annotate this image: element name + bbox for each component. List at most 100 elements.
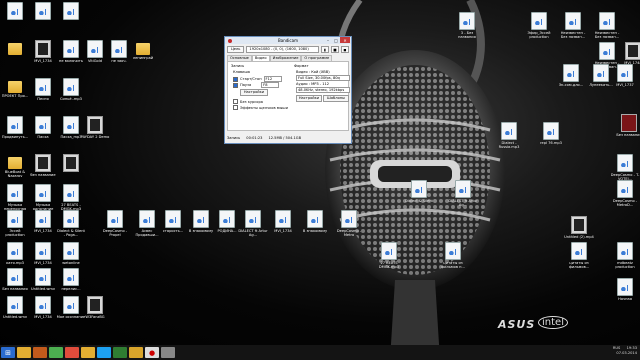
desktop-icon[interactable]: Без названия [614,114,640,137]
format-settings-button[interactable]: Настройки [296,95,322,102]
lang-indicator[interactable]: RUS [613,346,620,350]
desktop-icon[interactable]: Эк.сом.дло... [556,64,586,87]
desktop-icon[interactable]: MVI_1734 [268,210,298,233]
store-icon[interactable] [113,347,127,358]
desktop-icon[interactable] [56,2,86,21]
clock-date[interactable]: 07.03.2014 [616,351,637,355]
desktop-icon[interactable]: Untitled.wmv [28,268,58,291]
desktop-icon[interactable]: Dialect & Silent [404,180,434,203]
system-tray[interactable]: RUS 19:33 07.03.2014 [613,346,637,356]
desktop-icon[interactable]: mdbeatz production [610,242,640,270]
torrent-icon[interactable] [49,347,63,358]
desktop-icon[interactable]: DeepCosmo - MetroD... [610,180,640,208]
desktop-icon[interactable]: Пасха [28,116,58,139]
desktop-icon[interactable]: Эфир_Эссей production [524,12,554,40]
desktop-icon[interactable] [28,2,58,21]
desktop-icon[interactable]: 3 - Без названия [452,12,482,40]
resolution-field[interactable]: 1920x1080 - (0, 0), (1600, 1080) [246,46,319,53]
desktop-icon[interactable]: DIALECT ft Artur Ag... [238,210,268,238]
audio-file-icon [543,122,559,140]
desktop-icon-label: PAYDAY 2 Demo [80,135,110,139]
desktop-icon[interactable] [56,154,86,173]
desktop-icon[interactable]: MVI_1734 [28,210,58,233]
video-file-icon [571,216,587,234]
desktop-icon[interactable] [0,40,30,56]
start-stop-checkbox[interactable] [233,76,238,82]
desktop-icon[interactable]: Неизвестен - Без назван... [592,12,622,40]
desktop-icon[interactable]: Untitled.wmv [0,296,30,319]
maximize-button[interactable]: □ [332,37,340,43]
stop-toolbar-button[interactable]: ■ [331,46,339,53]
desktop-icon[interactable]: В знакомому [300,210,330,233]
video-settings-pane: Запись Клавиша Старт/Стоп F12 Пауза F8 Н… [227,61,350,131]
desktop-icon[interactable]: MVI_1734 [28,242,58,265]
desktop-icon[interactable]: Эссей production [0,210,30,238]
audio-file-icon [411,180,427,198]
click-effects-checkbox[interactable] [233,105,238,110]
desktop-icon[interactable]: Без названия [0,268,30,291]
pause-checkbox[interactable] [233,82,238,88]
desktop-icon[interactable]: BlueBoat & Nazarov [0,154,30,179]
pause-key-field[interactable]: F8 [261,82,280,88]
chrome-icon[interactable] [65,347,79,358]
camera-icon[interactable]: ◼ [341,46,349,53]
desktop-icon-label: Песня [37,97,49,101]
minimize-button[interactable]: – [324,37,332,43]
desktop-icon[interactable]: DIALECT ft Artur Ag... [448,180,478,208]
pause-toolbar-button[interactable]: ▮ [321,46,329,53]
desktop-icon[interactable]: Неизвестен - Без назван... [558,12,588,40]
skype-icon[interactable] [97,347,111,358]
desktop-icon[interactable]: ленинграй [128,40,158,60]
record-icon[interactable]: ● [145,347,159,358]
desktop-icon[interactable]: Dialect - Russia.mp3 [494,122,524,150]
desktop-icon[interactable]: MVI_1737 [610,64,640,87]
desktop-icon[interactable]: перелис... [56,268,86,291]
bandicam-titlebar[interactable]: Bandicam – □ ✕ [225,37,351,44]
target-button[interactable]: Цель [227,46,245,53]
app-icon[interactable] [161,347,175,358]
desktop-icon[interactable]: DeepCosmo - Metro [334,210,364,238]
video-format-detail: Full Size, 30.00fps, 80q [296,75,350,81]
explorer-icon[interactable] [17,347,31,358]
desktop-icon[interactable]: PAYDAY 2 Demo [80,116,110,139]
clock-time[interactable]: 19:33 [627,346,637,350]
record-settings-button[interactable]: Настройки [240,89,268,96]
start-icon[interactable]: ⊞ [1,347,15,358]
desktop-icon[interactable]: Ночная [610,278,640,301]
desktop-icon[interactable]: DeepCosmo - T-VOTEl... [610,154,640,182]
chrome2-icon[interactable] [129,347,143,358]
close-button[interactable]: ✕ [340,37,350,43]
desktop-icon[interactable]: без название [28,154,58,177]
desktop-icon[interactable]: DeepCosmo - Propel [100,210,130,238]
desktop-icon[interactable]: старость... [158,210,188,233]
desktop-icon[interactable]: Синьё..mp3 [56,78,86,101]
bandicam-window[interactable]: Bandicam – □ ✕ Цель 1920x1080 - (0, 0), … [224,36,352,144]
desktop-icon[interactable]: Музыка однотипие [28,184,58,212]
templates-button[interactable]: Шаблоны [323,95,349,102]
bandicam-logo-icon [228,39,232,43]
desktop-icon[interactable]: Dialect & Silent - Poga... [56,210,86,238]
desktop-icon[interactable]: wetonline [56,242,86,265]
desktop-icon[interactable]: MVI_1734 [28,40,58,63]
desktop-icon[interactable]: MVI_1748 [618,42,640,65]
audio-file-icon [617,278,633,296]
desktop-icon[interactable]: 27 BEATS DMGK.mp3 [374,242,404,270]
desktop-icon[interactable]: 27 BEATS - DMGK.mp3 [56,184,86,212]
desktop-icon[interactable]: цитаты из фильмов... [564,242,594,270]
desktop-icon-label: 3 - Без названия [458,31,476,40]
desktop-icon[interactable]: Песня [28,78,58,101]
desktop-icon[interactable]: repl 76.mp3 [536,122,566,145]
desktop-icon[interactable]: W3FanzBG [80,296,110,319]
desktop-icon[interactable]: ПРОЕКТ Про... [0,78,30,98]
desktop-icon[interactable]: MVI_1734 [28,296,58,319]
media-icon[interactable] [33,347,47,358]
desktop-icon[interactable]: Untitled (2).mp4 [564,216,594,239]
desktop-icon[interactable]: Продвинуть... [0,116,30,139]
audio-format-detail: 48.0KHz, stereo, 192kbps [296,87,350,93]
desktop-icon[interactable] [0,2,30,21]
folder-icon[interactable] [81,347,95,358]
desktop-icon[interactable]: Музыка переносная [0,184,30,212]
no-cursor-checkbox[interactable] [233,99,238,104]
desktop-icon[interactable]: цитаты из фильмов п... [438,242,468,270]
desktop-icon[interactable]: катя.mp3 [0,242,30,265]
